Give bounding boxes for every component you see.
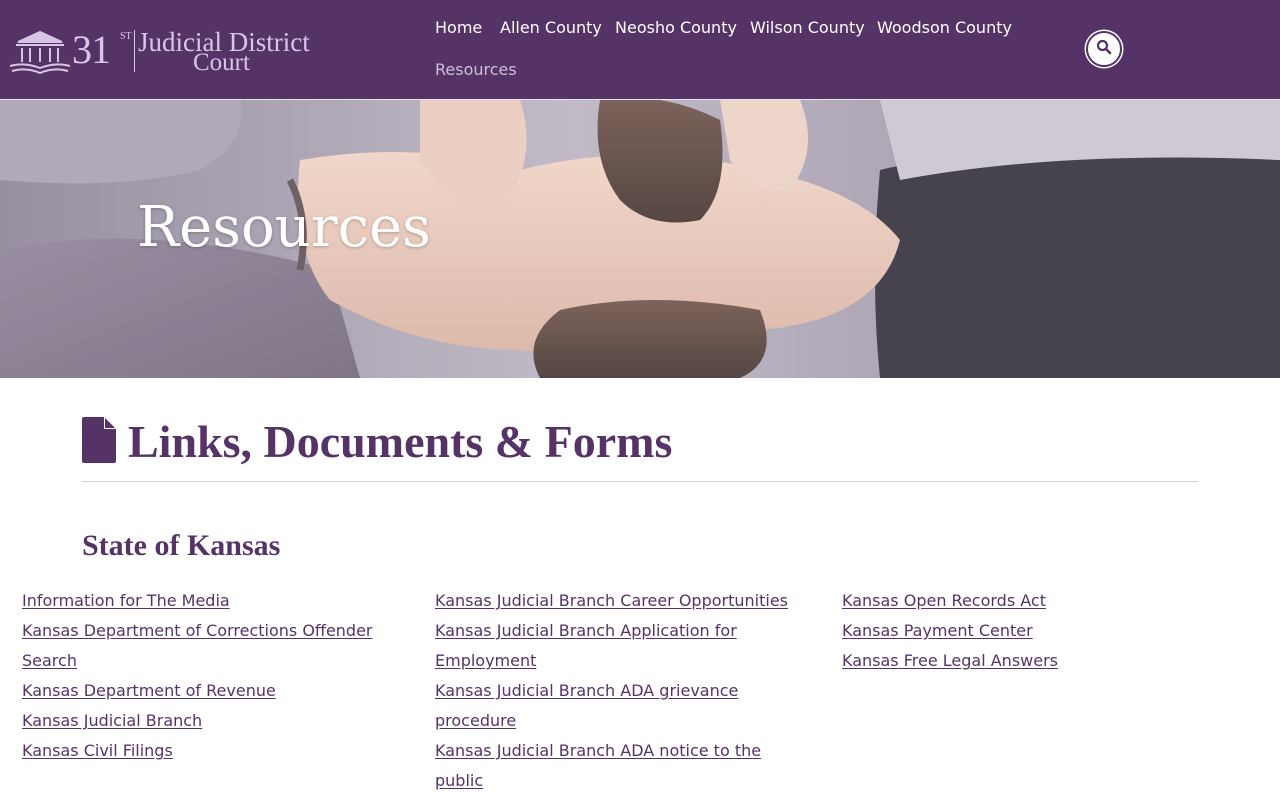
link-kansas-free-legal-answers[interactable]: Kansas Free Legal Answers: [842, 646, 1222, 676]
links-column-3: Kansas Open Records Act Kansas Payment C…: [842, 586, 1222, 676]
link-kansas-open-records-act[interactable]: Kansas Open Records Act: [842, 586, 1222, 616]
nav-wilson-county[interactable]: Wilson County: [750, 18, 865, 38]
logo-superscript: ST: [120, 31, 132, 42]
links-column-1: Information for The Media Kansas Departm…: [22, 586, 402, 766]
logo-divider: [134, 30, 135, 72]
section-header: Links, Documents & Forms: [82, 414, 672, 470]
nav-woodson-county[interactable]: Woodson County: [877, 18, 1012, 38]
hero-banner: Resources: [0, 100, 1280, 378]
link-kansas-judicial-branch[interactable]: Kansas Judicial Branch: [22, 706, 402, 736]
link-kansas-payment-center[interactable]: Kansas Payment Center: [842, 616, 1222, 646]
search-button[interactable]: [1086, 31, 1122, 67]
nav-allen-county[interactable]: Allen County: [500, 18, 602, 38]
logo-text-line2: Court: [193, 49, 250, 76]
hero-title: Resources: [137, 195, 431, 260]
link-ada-notice-to-the-public[interactable]: Kansas Judicial Branch ADA notice to the…: [435, 736, 810, 796]
link-ada-grievance-procedure[interactable]: Kansas Judicial Branch ADA grievance pro…: [435, 676, 810, 736]
link-application-for-employment[interactable]: Kansas Judicial Branch Application for E…: [435, 616, 810, 676]
section-divider: [82, 481, 1198, 482]
link-career-opportunities[interactable]: Kansas Judicial Branch Career Opportunit…: [435, 586, 810, 616]
file-icon: [82, 416, 116, 468]
logo-number: 31: [72, 27, 111, 72]
subsection-title: State of Kansas: [82, 529, 281, 562]
link-information-for-the-media[interactable]: Information for The Media: [22, 586, 402, 616]
site-logo[interactable]: 31 ST Judicial District Court: [8, 28, 310, 76]
section-title: Links, Documents & Forms: [128, 416, 673, 467]
nav-neosho-county[interactable]: Neosho County: [615, 18, 737, 38]
links-column-2: Kansas Judicial Branch Career Opportunit…: [435, 586, 810, 796]
search-icon: [1096, 39, 1112, 60]
link-kansas-civil-filings[interactable]: Kansas Civil Filings: [22, 736, 402, 766]
courthouse-icon: [8, 28, 72, 76]
link-kdoc-offender-search[interactable]: Kansas Department of Corrections Offende…: [22, 616, 402, 676]
site-header: 31 ST Judicial District Court Home Allen…: [0, 0, 1280, 100]
nav-resources[interactable]: Resources: [435, 60, 517, 80]
nav-home[interactable]: Home: [435, 18, 482, 38]
link-kansas-department-of-revenue[interactable]: Kansas Department of Revenue: [22, 676, 402, 706]
